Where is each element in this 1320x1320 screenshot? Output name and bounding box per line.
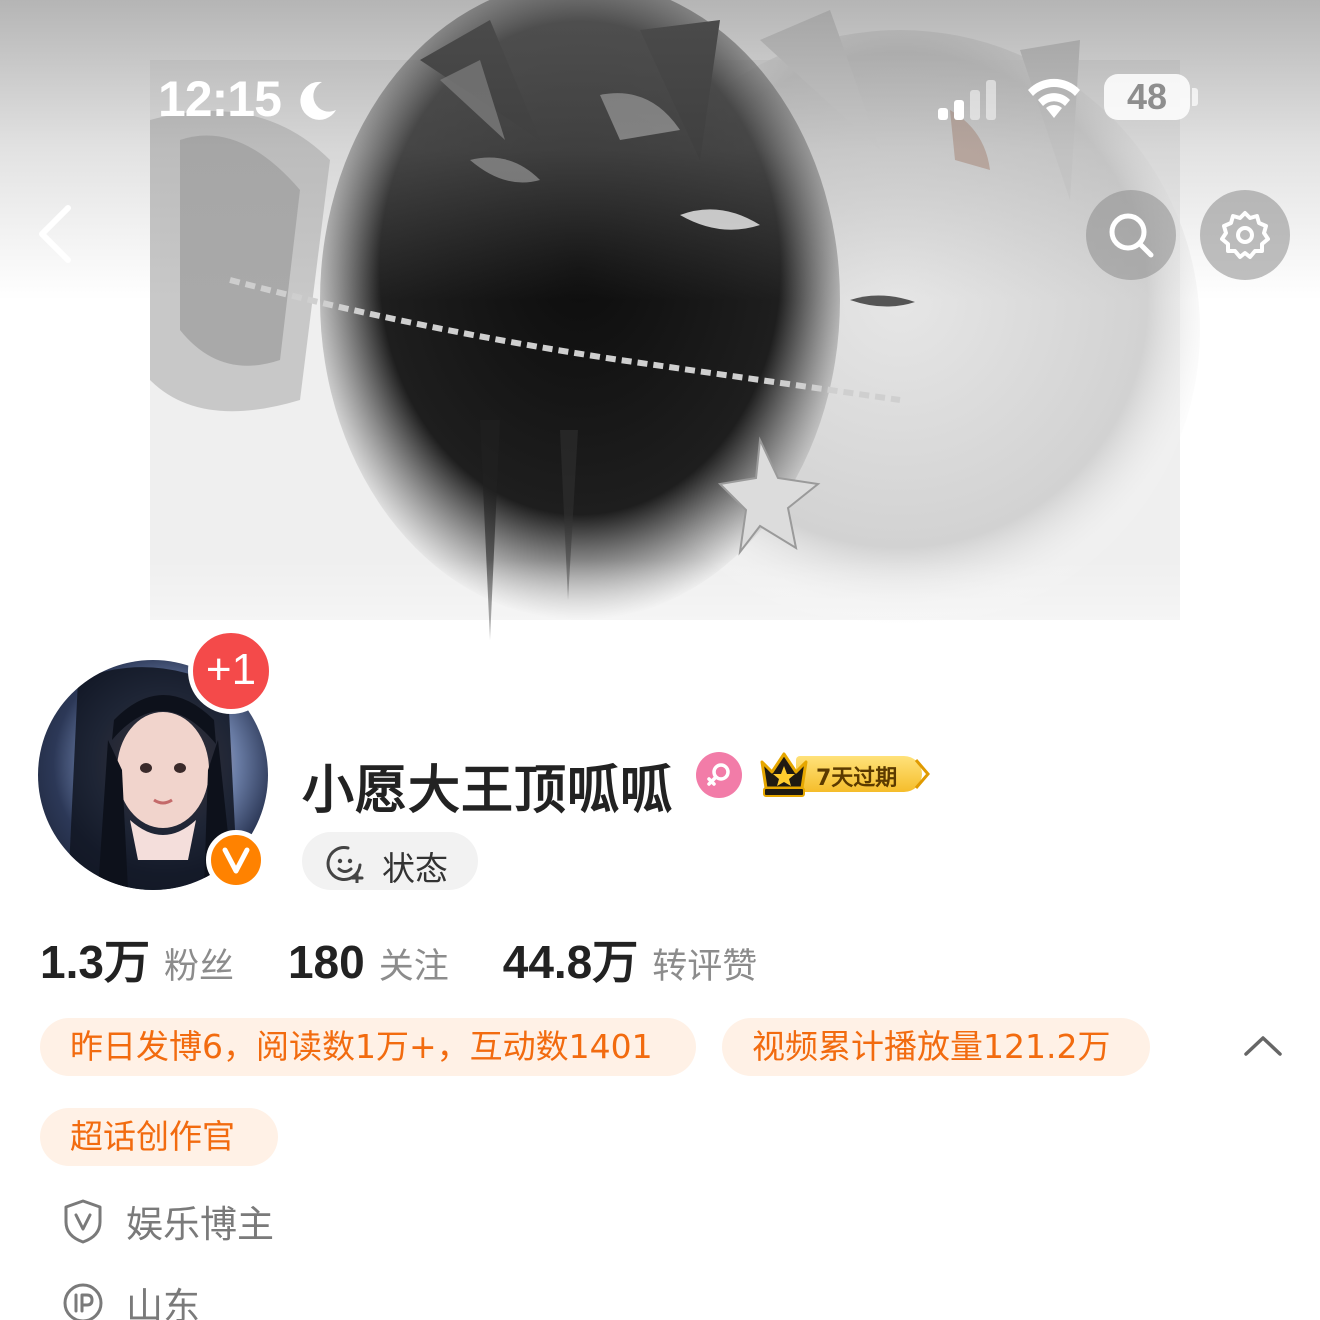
- clock-time: 12:15: [158, 71, 282, 127]
- search-icon: [1109, 213, 1154, 258]
- moon-icon: [300, 81, 336, 120]
- username: 小愿大王顶呱呱: [302, 761, 674, 821]
- female-gender-icon: [696, 752, 742, 798]
- ip-icon: [63, 1283, 103, 1320]
- shield-v-icon: [64, 1199, 102, 1244]
- stat-value: 180: [287, 936, 365, 988]
- profile-stats: 1.3万 粉丝 180 关注 44.8万 转评赞: [40, 926, 811, 989]
- chevron-right-icon: [914, 759, 930, 789]
- status-label: 状态: [382, 849, 448, 888]
- search-button[interactable]: [1086, 190, 1176, 280]
- female-symbol: [707, 763, 730, 786]
- back-button[interactable]: [22, 194, 92, 274]
- status-button[interactable]: 状态: [302, 832, 478, 890]
- tag-supertopic-creator[interactable]: 超话创作官: [40, 1108, 278, 1166]
- signal-icon: [938, 80, 996, 120]
- stat-label: 粉丝: [163, 947, 234, 987]
- back-arrow-icon: [39, 205, 71, 263]
- vip-expiry-label: 7天过期: [816, 766, 898, 791]
- stat-label: 关注: [378, 947, 449, 987]
- gear-icon: [1220, 211, 1270, 259]
- stat-value: 44.8万: [502, 936, 639, 988]
- tag-yesterday-stats[interactable]: 昨日发博6，阅读数1万+，互动数1401: [40, 1018, 696, 1076]
- verified-v-icon: [222, 847, 250, 874]
- notification-badge[interactable]: +1: [188, 628, 274, 714]
- battery-icon: [1192, 88, 1198, 106]
- stat-interactions[interactable]: 44.8万 转评赞: [503, 926, 758, 992]
- settings-button[interactable]: [1200, 190, 1290, 280]
- chevron-up-icon[interactable]: [1240, 1030, 1286, 1062]
- stat-label: 转评赞: [652, 947, 758, 987]
- crown-icon: [760, 752, 808, 797]
- category-label: 娱乐博主: [126, 1203, 274, 1246]
- battery-level: 48: [1104, 74, 1190, 120]
- smiley-add-icon: [326, 846, 364, 883]
- stat-value: 1.3万: [40, 936, 150, 988]
- verified-badge[interactable]: [206, 830, 266, 890]
- tag-video-plays[interactable]: 视频累计播放量121.2万: [722, 1018, 1150, 1076]
- status-bar: 12:15 48: [0, 60, 1320, 140]
- vip-membership-badge[interactable]: 7天过期: [756, 748, 932, 798]
- stat-followers[interactable]: 1.3万 粉丝: [40, 926, 234, 992]
- wifi-icon: [1028, 78, 1080, 118]
- stat-following[interactable]: 180 关注: [288, 935, 449, 989]
- ip-location-label: 山东: [126, 1285, 200, 1320]
